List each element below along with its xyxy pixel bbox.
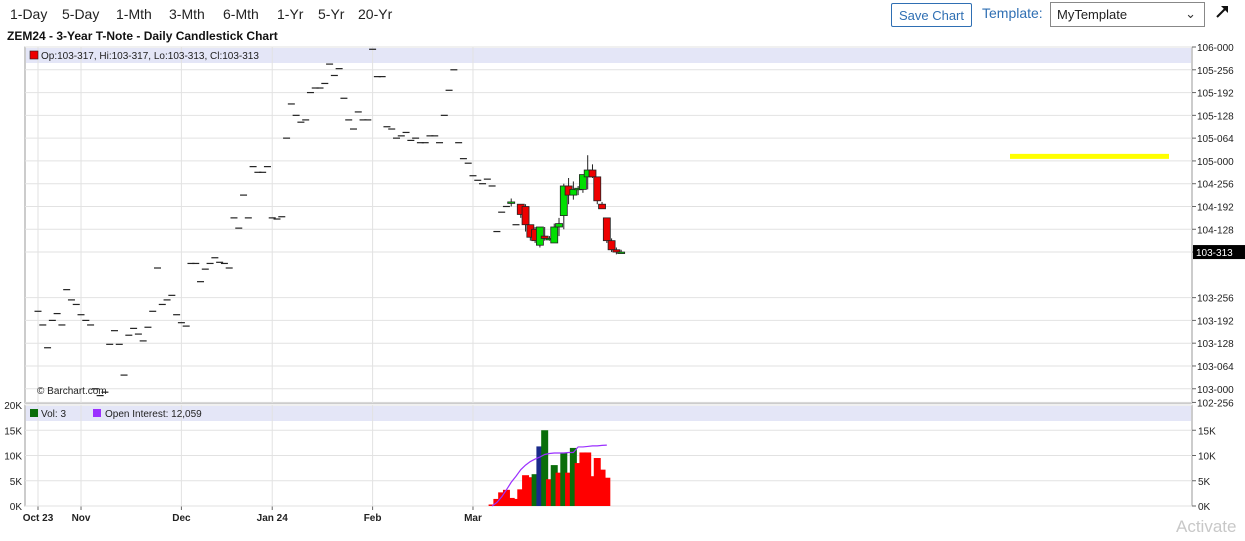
candle-up [550,226,559,244]
oi-legend-label: Open Interest: 12,059 [105,409,202,420]
volume-tick-label-right: 10K [1198,452,1216,463]
candle-up [555,223,563,228]
candle-down [598,203,606,210]
price-tick-label: 104-128 [1197,225,1234,236]
copyright-label: © Barchart.com [37,386,107,397]
candle-down [593,176,602,202]
price-tick-label: 106-000 [1197,43,1234,54]
candle-down [521,206,530,226]
x-tick-label: Mar [464,513,482,524]
candle-down [602,217,611,242]
price-tick-label: 102-256 [1197,398,1234,409]
x-tick-label: Jan 24 [257,513,289,524]
x-tick-label: Feb [364,513,382,524]
activate-watermark: Activate [1176,517,1237,536]
price-tick-label: 103-000 [1197,385,1234,396]
volume-tick-label-right: 15K [1198,426,1216,437]
price-tick-label: 105-256 [1197,66,1234,77]
x-tick-label: Oct 23 [23,513,54,524]
chart-area: 102-256 103-000 103-064 103-128 103-192 103-2… [4,43,1245,524]
candle-down [588,169,597,178]
volume-tick-label-left: 10K [4,452,22,463]
last-price-label: 103-313 [1196,248,1233,259]
price-tick-label: 104-192 [1197,202,1234,213]
volume-bar [603,477,611,506]
price-legend-swatch [29,50,39,60]
candle-up [507,201,516,204]
volume-tick-label-left: 15K [4,426,22,437]
price-tick-label: 103-128 [1197,339,1234,350]
x-tick-label: Nov [72,513,91,524]
volume-tick-label-left: 0K [10,502,23,513]
vol-legend-swatch [30,409,38,417]
price-tick-label: 105-064 [1197,134,1234,145]
volume-tick-label-left: 5K [10,477,23,488]
vol-legend-label: Vol: 3 [41,409,66,420]
price-tick-label: 103-064 [1197,362,1234,373]
oi-legend-swatch [93,409,101,417]
candle-down [607,240,616,251]
price-tick-label: 103-256 [1197,294,1234,305]
volume-tick-label-right: 5K [1198,477,1211,488]
price-tick-label: 103-192 [1197,316,1234,327]
price-tick-label: 105-192 [1197,89,1234,100]
candle-up [569,188,578,196]
price-tick-label: 105-000 [1197,157,1234,168]
volume-tick-label-left: 20K [4,401,22,412]
volume-tick-label-right: 0K [1198,502,1211,513]
price-tick-label: 104-256 [1197,180,1234,191]
price-legend: Op:103-317, Hi:103-317, Lo:103-313, Cl:1… [41,51,259,62]
price-tick-label: 105-128 [1197,111,1234,122]
x-tick-label: Dec [172,513,191,524]
candle-up [617,251,626,254]
